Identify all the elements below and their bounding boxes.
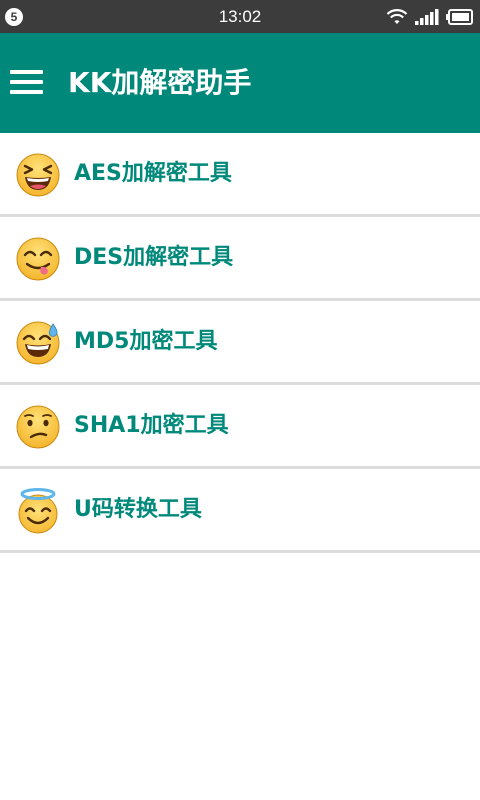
app-title: KK加解密助手 (68, 66, 252, 99)
status-icons (386, 6, 474, 28)
wifi-icon (386, 8, 408, 26)
list-item-md5[interactable]: MD5加密工具 (0, 301, 480, 385)
tool-label-sha1: SHA1加密工具 (74, 413, 229, 438)
battery-icon (446, 9, 474, 25)
tool-label-ucode: U码转换工具 (74, 497, 202, 522)
status-bar: 5 13:02 (0, 0, 480, 33)
list-item-sha1[interactable]: SHA1加密工具 (0, 385, 480, 469)
hamburger-menu-icon[interactable] (10, 66, 44, 100)
app-bar: KK加解密助手 (0, 33, 480, 133)
savoring-emoji-icon (15, 236, 61, 282)
tool-label-des: DES加解密工具 (74, 245, 234, 270)
list-item-ucode[interactable]: U码转换工具 (0, 469, 480, 553)
tool-label-md5: MD5加密工具 (74, 329, 218, 354)
laughing-emoji-icon (15, 152, 61, 198)
tool-list: AES加解密工具 DES加解密工具 MD5加密工具 SHA1加密工具 U码转换工… (0, 133, 480, 553)
list-item-aes[interactable]: AES加解密工具 (0, 133, 480, 217)
signal-icon (414, 8, 440, 26)
tool-label-aes: AES加解密工具 (74, 161, 232, 186)
confused-emoji-icon (15, 404, 61, 450)
halo-emoji-icon (15, 488, 61, 534)
sweat-smile-emoji-icon (15, 320, 61, 366)
list-item-des[interactable]: DES加解密工具 (0, 217, 480, 301)
